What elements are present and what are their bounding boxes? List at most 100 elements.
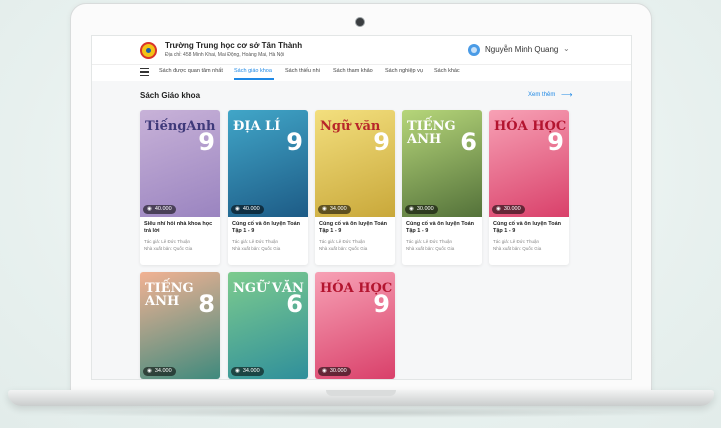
nav-item-children-books[interactable]: Sách thiếu nhi (285, 68, 320, 74)
book-title[interactable]: Củng cố và ôn luyện Toán Tập 1 - 9 (406, 221, 478, 236)
book-card[interactable]: TIẾNG ANH 8 ◉ 34.000 (140, 272, 220, 379)
author-label: Tác giả: (144, 238, 161, 244)
book-author: Tác giả: Lê Đức Thuận (406, 239, 478, 244)
book-cover[interactable]: HÓA HỌC 9 ◉ 30.000 (489, 110, 569, 217)
author-value: Lê Đức Thuận (423, 238, 452, 244)
book-card[interactable]: NGỮ VĂN 6 ◉ 34.000 (228, 272, 308, 379)
author-label: Tác giả: (319, 238, 336, 244)
book-publisher: Nhà xuất bản: Quốc Gia (144, 246, 216, 251)
chevron-down-icon[interactable]: ⌄ (563, 44, 570, 53)
view-count: 34.000 (329, 206, 347, 212)
cover-grade-number: 9 (286, 128, 303, 156)
view-count-badge: ◉ 40.000 (231, 205, 264, 214)
school-name: Trường Trung học cơ sở Tân Thành (165, 41, 303, 50)
view-count: 40.000 (154, 206, 172, 212)
see-more-link[interactable]: Xem thêm (528, 92, 555, 98)
publisher-value: Quốc Gia (522, 245, 542, 251)
publisher-value: Quốc Gia (435, 245, 455, 251)
cover-grade-number: 9 (373, 290, 390, 318)
nav-item-professional-books[interactable]: Sách nghiệp vụ (385, 68, 423, 74)
nav-item-reference-books[interactable]: Sách tham khảo (333, 68, 373, 74)
book-publisher: Nhà xuất bản: Quốc Gia (319, 246, 391, 251)
view-count-badge: ◉ 34.000 (231, 367, 264, 376)
author-label: Tác giả: (493, 238, 510, 244)
book-info: Củng cố và ôn luyện Toán Tập 1 - 9 Tác gi… (402, 217, 482, 265)
cover-grade-number: 8 (198, 290, 215, 318)
cover-grade-number: 9 (547, 128, 564, 156)
view-count: 30.000 (329, 368, 347, 374)
book-author: Tác giả: Lê Đức Thuận (493, 239, 565, 244)
school-logo[interactable] (140, 42, 157, 59)
book-cover[interactable]: TIẾNG ANH 6 ◉ 30.000 (402, 110, 482, 217)
book-card[interactable]: TIẾNG ANH 6 ◉ 30.000 Củng cố và ôn luyện Toá… (402, 110, 482, 265)
book-card[interactable]: Ngữ văn 9 ◉ 34.000 Củng cố và ôn luyện Toán … (315, 110, 395, 265)
user-avatar[interactable] (468, 44, 480, 56)
cover-grade-number: 9 (373, 128, 390, 156)
author-label: Tác giả: (406, 238, 423, 244)
laptop-base (8, 390, 714, 406)
book-author: Tác giả: Lê Đức Thuận (144, 239, 216, 244)
nav-item-most-popular[interactable]: Sách được quan tâm nhất (159, 68, 223, 74)
book-card[interactable]: HÓA HỌC 9 ◉ 30.000 (315, 272, 395, 379)
book-author: Tác giả: Lê Đức Thuận (232, 239, 304, 244)
book-card[interactable]: ĐỊA LÍ 9 ◉ 40.000 Củng cố và ôn luyện Toán T… (228, 110, 308, 265)
laptop-screen: Trường Trung học cơ sở Tân Thành Địa chỉ… (91, 35, 632, 380)
book-title[interactable]: Củng cố và ôn luyện Toán Tập 1 - 9 (232, 221, 304, 236)
cover-title: Ngữ văn (320, 119, 381, 134)
book-cover[interactable]: TiếngAnh 9 ◉ 40.000 (140, 110, 220, 217)
eye-icon: ◉ (235, 206, 240, 212)
publisher-label: Nhà xuất bản: (493, 245, 522, 251)
cover-grade-number: 6 (286, 290, 303, 318)
view-count-badge: ◉ 30.000 (492, 205, 525, 214)
book-info: Củng cố và ôn luyện Toán Tập 1 - 9 Tác gi… (228, 217, 308, 265)
book-card[interactable]: TiếngAnh 9 ◉ 40.000 Siêu nhí hỏi nhà khoa họ… (140, 110, 220, 265)
eye-icon: ◉ (322, 368, 327, 374)
view-count: 30.000 (416, 206, 434, 212)
nav-item-textbooks[interactable]: Sách giáo khoa (234, 68, 272, 74)
publisher-label: Nhà xuất bản: (319, 245, 348, 251)
publisher-value: Quốc Gia (173, 245, 193, 251)
laptop-notch (326, 390, 396, 396)
book-title[interactable]: Củng cố và ôn luyện Toán Tập 1 - 9 (493, 221, 565, 236)
author-value: Lê Đức Thuận (510, 238, 539, 244)
publisher-value: Quốc Gia (348, 245, 368, 251)
camera-icon (355, 17, 365, 27)
eye-icon: ◉ (409, 206, 414, 212)
view-count-badge: ◉ 34.000 (318, 205, 351, 214)
book-cover[interactable]: NGỮ VĂN 6 ◉ 34.000 (228, 272, 308, 379)
book-info: Củng cố và ôn luyện Toán Tập 1 - 9 Tác gi… (489, 217, 569, 265)
eye-icon: ◉ (147, 368, 152, 374)
cover-title: ĐỊA LÍ (233, 119, 281, 134)
site-header: Trường Trung học cơ sở Tân Thành Địa chỉ… (92, 36, 631, 65)
author-label: Tác giả: (232, 238, 249, 244)
book-author: Tác giả: Lê Đức Thuận (319, 239, 391, 244)
laptop-lid: Trường Trung học cơ sở Tân Thành Địa chỉ… (70, 3, 652, 394)
book-cover[interactable]: Ngữ văn 9 ◉ 34.000 (315, 110, 395, 217)
view-count: 40.000 (242, 206, 260, 212)
eye-icon: ◉ (496, 206, 501, 212)
book-title[interactable]: Củng cố và ôn luyện Toán Tập 1 - 9 (319, 221, 391, 236)
arrow-right-icon[interactable]: ⟶ (561, 90, 572, 99)
book-title[interactable]: Siêu nhí hỏi nhà khoa học trả lời (144, 221, 216, 236)
book-cover[interactable]: ĐỊA LÍ 9 ◉ 40.000 (228, 110, 308, 217)
nav-item-other-books[interactable]: Sách khác (434, 68, 460, 74)
main-content: Sách Giáo khoa Xem thêm ⟶ TiếngAnh 9 ◉ 40.0… (92, 81, 631, 379)
book-cover[interactable]: HÓA HỌC 9 ◉ 30.000 (315, 272, 395, 379)
view-count-badge: ◉ 40.000 (143, 205, 176, 214)
author-value: Lê Đức Thuận (161, 238, 190, 244)
book-publisher: Nhà xuất bản: Quốc Gia (406, 246, 478, 251)
book-cover[interactable]: TIẾNG ANH 8 ◉ 34.000 (140, 272, 220, 379)
section-title: Sách Giáo khoa (140, 91, 201, 100)
publisher-value: Quốc Gia (261, 245, 281, 251)
book-info: Siêu nhí hỏi nhà khoa học trả lời Tác giả… (140, 217, 220, 265)
active-tab-indicator (234, 78, 274, 80)
user-name[interactable]: Nguyễn Minh Quang (485, 45, 558, 54)
view-count-badge: ◉ 30.000 (318, 367, 351, 376)
view-count-badge: ◉ 30.000 (405, 205, 438, 214)
view-count: 30.000 (503, 206, 521, 212)
publisher-label: Nhà xuất bản: (232, 245, 261, 251)
author-value: Lê Đức Thuận (249, 238, 278, 244)
book-card[interactable]: HÓA HỌC 9 ◉ 30.000 Củng cố và ôn luyện Toán … (489, 110, 569, 265)
menu-icon[interactable] (140, 68, 149, 77)
eye-icon: ◉ (147, 206, 152, 212)
